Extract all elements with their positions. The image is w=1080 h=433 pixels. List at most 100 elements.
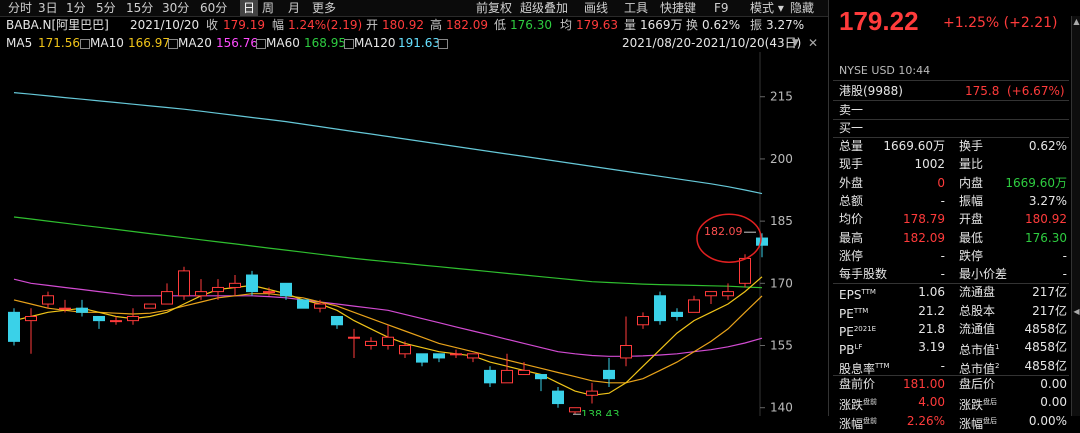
stat-value: - (940, 267, 945, 282)
hk-row[interactable]: 港股(9988) 175.8 (+6.67%) (839, 82, 1069, 100)
ma5-checkbox[interactable] (80, 38, 90, 49)
y-tick-label: 200 (770, 152, 793, 166)
stat-row: 外盘 0 内盘 1669.60万 (839, 174, 1069, 192)
candle-body (212, 286, 224, 293)
ma20-label: MA20 (178, 36, 212, 50)
period-tab-2[interactable]: 1分 (66, 0, 86, 16)
avg-label: 均 (560, 18, 573, 32)
stat-label: 流通盘 (959, 285, 996, 300)
toolbar-btn-6[interactable]: 模式 ▾ (750, 0, 784, 16)
stat-value: 4.00 (918, 395, 945, 410)
period-tab-8[interactable]: 周 (262, 0, 274, 16)
stat-label: 每手股数 (839, 267, 888, 282)
stat-value: 0.00 (1040, 376, 1067, 391)
ma60-checkbox[interactable] (344, 38, 354, 49)
turn-label: 换 (686, 18, 699, 32)
toolbar-btn-0[interactable]: 前复权 (476, 0, 512, 16)
ma20-checkbox[interactable] (256, 38, 266, 49)
ma60-label: MA60 (266, 36, 300, 50)
stat-value: 0.62% (1028, 139, 1067, 153)
kline-chart[interactable]: 140 155 170 185 200 215 182.09 138.43 (0, 52, 828, 416)
ma-legend-row: MA5 171.56 MA10 166.97 MA20 156.76 MA60 … (0, 34, 828, 52)
scroll-left-icon[interactable]: ◀ (1072, 306, 1080, 318)
period-tab-5[interactable]: 30分 (162, 0, 189, 16)
price-change: +1.25% (+2.21) (943, 15, 1058, 31)
toolbar-btn-4[interactable]: 快捷键 (660, 0, 696, 16)
sell1-row: 卖一 (839, 101, 1069, 119)
stat-row: 总额 - 振幅 3.27% (839, 192, 1069, 210)
vol-label: 量 (624, 18, 637, 32)
y-tick-label: 155 (770, 339, 793, 353)
scroll-up-icon[interactable]: ▲ (1072, 16, 1080, 28)
candle-body (552, 390, 564, 405)
ma10-checkbox[interactable] (168, 38, 178, 49)
ma20-value: 156.76 (216, 36, 258, 50)
stat-value: 1669.60万 (883, 139, 945, 153)
period-tab-3[interactable]: 5分 (96, 0, 116, 16)
toolbar-btn-5[interactable]: F9 (714, 0, 729, 16)
candle-body (42, 295, 54, 305)
period-tab-0[interactable]: 分时 (8, 0, 32, 16)
candle-body (603, 369, 615, 380)
candle-body (229, 282, 241, 288)
y-tick-label: 140 (770, 401, 793, 415)
ma60-value: 168.95 (304, 36, 346, 50)
time-label: 10:44 (898, 64, 931, 77)
date-label: 2021/10/20 (130, 18, 200, 32)
candle-body (654, 295, 666, 322)
candle-body (195, 291, 207, 297)
close-icon[interactable]: ✕ (808, 34, 818, 52)
stat-label: 最高 (839, 230, 864, 245)
period-tab-1[interactable]: 3日 (38, 0, 58, 16)
period-tab-7[interactable]: 日 (240, 0, 259, 16)
stat-label-suffix: 2021E (853, 325, 877, 333)
period-tab-10[interactable]: 更多 (312, 0, 336, 16)
amp-label: 幅 (272, 18, 285, 32)
toolbar-btn-2[interactable]: 画线 (584, 0, 608, 16)
candle-body (178, 270, 190, 297)
scrollbar[interactable]: ▲ ◀ (1071, 16, 1080, 416)
stat-label-suffix: LF (854, 343, 863, 352)
stat-label-suffix: TTM (853, 306, 869, 315)
swing-label: 振 (750, 18, 763, 32)
stat-row: 现手 1002 量比 (839, 155, 1069, 173)
stat-value: 21.2 (918, 303, 945, 318)
candle-body (586, 390, 598, 396)
stat-value: - (1062, 267, 1067, 282)
toolbar-btn-7[interactable]: 隐藏 (790, 0, 814, 16)
stat-label: 总额 (839, 193, 864, 208)
stat-label: 量比 (959, 157, 984, 172)
candle-body (76, 307, 88, 313)
stat-value: 1002 (914, 157, 945, 172)
stat-label: 涨幅盘后 (959, 416, 998, 431)
swing-value: 3.27% (766, 18, 805, 32)
sell1-label: 卖一 (839, 103, 864, 117)
dropdown-icon[interactable]: ▼ (792, 34, 799, 52)
toolbar-btn-1[interactable]: 超级叠加 (520, 0, 568, 16)
stat-label-suffix: 盘前 (863, 398, 878, 407)
stat-label: 现手 (839, 157, 864, 172)
stat-value: 217亿 (1032, 303, 1067, 318)
close-value: 179.19 (223, 18, 265, 32)
candle-body (8, 311, 20, 342)
stat-value: - (940, 358, 945, 373)
stat-value: 0 (937, 175, 945, 190)
toolbar-btn-3[interactable]: 工具 (624, 0, 648, 16)
hk-price: 175.8 (965, 84, 1000, 98)
period-toolbar: 分时 3日 1分 5分 15分 30分 60分日周月更多 前复权 超级叠加 画线 工具 快捷键 F9 模式… (0, 0, 828, 17)
stat-label-suffix: 1 (995, 343, 1000, 352)
ma120-checkbox[interactable] (438, 38, 448, 49)
stat-value: - (1062, 248, 1067, 263)
period-tab-9[interactable]: 月 (288, 0, 300, 16)
turn-value: 0.62% (702, 18, 741, 32)
stat-label: 盘前价 (839, 376, 876, 391)
exchange-line: NYSE USD 10:44 (839, 64, 930, 77)
stat-row: 涨跌盘前 4.00 涨跌盘后 0.00 (839, 393, 1069, 412)
ma5-label: MA5 (6, 36, 33, 50)
candle-body (314, 303, 326, 309)
candle-body (620, 345, 632, 359)
period-tab-4[interactable]: 15分 (126, 0, 153, 16)
candle-body (246, 274, 258, 293)
ma60-line (13, 216, 763, 289)
period-tab-6[interactable]: 60分 (200, 0, 227, 16)
